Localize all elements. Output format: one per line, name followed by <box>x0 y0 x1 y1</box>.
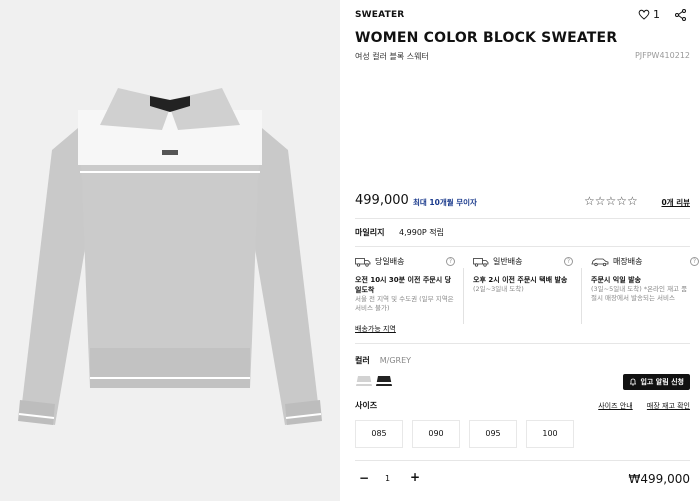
quantity-decrease-button[interactable]: − <box>359 471 369 485</box>
divider <box>355 460 690 461</box>
delivery-main: 오전 10시 30분 이전 주문시 당일도착 <box>355 276 452 294</box>
size-option-085[interactable]: 085 <box>355 420 403 448</box>
mileage-label: 마일리지 <box>355 228 385 237</box>
store-stock-link[interactable]: 매장 재고 확인 <box>647 402 690 410</box>
quantity-stepper: − 1 + ₩499,000 <box>355 470 691 491</box>
delivery-options: 당일배송 ? 오전 10시 30분 이전 주문시 당일도착 서울 전 지역 및 … <box>355 256 699 336</box>
product-code: PJFPW410212 <box>634 51 690 60</box>
product-title: WOMEN COLOR BLOCK SWEATER <box>355 30 618 46</box>
installment-info: 최대 10개월 무이자 <box>413 198 477 207</box>
price-row: 499,000 최대 10개월 무이자 ☆☆☆☆☆ 0개 리뷰 <box>355 193 690 215</box>
truck-icon <box>473 257 489 267</box>
mileage-value: 4,990P 적립 <box>399 228 444 237</box>
product-subtitle: 여성 컬러 블록 스웨터 <box>355 52 429 61</box>
like-count: 1 <box>653 8 660 21</box>
divider <box>463 268 464 324</box>
delivery-main: 주문시 익일 발송 <box>591 276 641 284</box>
size-option-090[interactable]: 090 <box>412 420 460 448</box>
delivery-sub: (2일~3일내 도착) <box>473 285 524 293</box>
help-icon[interactable]: ? <box>690 257 699 266</box>
delivery-title: 당일배송 <box>375 257 405 266</box>
product-category: SWEATER <box>355 10 405 20</box>
bell-icon <box>630 378 637 386</box>
color-swatch-black[interactable] <box>375 373 393 387</box>
color-label: 컬러 M/GREY <box>355 355 411 366</box>
color-label-text: 컬러 <box>355 356 370 365</box>
help-icon[interactable]: ? <box>564 257 573 266</box>
quantity-increase-button[interactable]: + <box>410 470 420 484</box>
delivery-sub: (3일~5일내 도착) *온라인 재고 품절시 매장에서 발송되는 서비스 <box>591 285 688 302</box>
delivery-option-standard: 일반배송 ? 오후 2시 이전 주문시 택배 발송 (2일~3일내 도착) <box>473 256 581 336</box>
heart-icon <box>638 9 650 20</box>
mileage-row: 마일리지 4,990P 적립 <box>355 227 444 238</box>
product-image <box>18 88 322 425</box>
divider <box>581 268 582 324</box>
delivery-title: 일반배송 <box>493 257 523 266</box>
delivery-title: 매장배송 <box>613 257 643 266</box>
size-option-100[interactable]: 100 <box>526 420 574 448</box>
review-count-link[interactable]: 0개 리뷰 <box>661 197 690 208</box>
product-price: 499,000 <box>355 193 409 208</box>
total-price: ₩499,000 <box>628 472 691 486</box>
size-links: 사이즈 안내 매장 재고 확인 <box>586 401 690 411</box>
size-option-095[interactable]: 095 <box>469 420 517 448</box>
delivery-option-store: 매장배송 ? 주문시 익일 발송 (3일~5일내 도착) *온라인 재고 품절시… <box>591 256 699 336</box>
quantity-value: 1 <box>385 474 391 483</box>
restock-notify-label: 입고 알림 신청 <box>640 378 684 386</box>
like-button[interactable]: 1 <box>638 8 660 21</box>
delivery-sub: 서울 전 지역 및 수도권 (일부 지역은 서비스 불가) <box>355 295 454 312</box>
delivery-area-link[interactable]: 배송가능 지역 <box>355 324 396 334</box>
size-label: 사이즈 <box>355 401 378 410</box>
restock-notify-button[interactable]: 입고 알림 신청 <box>623 374 690 390</box>
divider <box>355 246 690 247</box>
rating-stars: ☆☆☆☆☆ <box>584 194 638 208</box>
product-image-panel <box>0 0 340 501</box>
car-icon <box>591 258 609 266</box>
color-swatch-grey[interactable] <box>355 373 373 387</box>
help-icon[interactable]: ? <box>446 257 455 266</box>
divider <box>355 218 690 219</box>
share-icon[interactable] <box>675 9 686 21</box>
delivery-main: 오후 2시 이전 주문시 택배 발송 <box>473 276 568 284</box>
product-info-panel: SWEATER 1 WOMEN COLOR BLOCK SWEATER 여성 컬… <box>355 0 699 501</box>
size-guide-link[interactable]: 사이즈 안내 <box>598 402 632 410</box>
truck-icon <box>355 257 371 267</box>
selected-color: M/GREY <box>379 356 412 365</box>
divider <box>355 343 690 344</box>
